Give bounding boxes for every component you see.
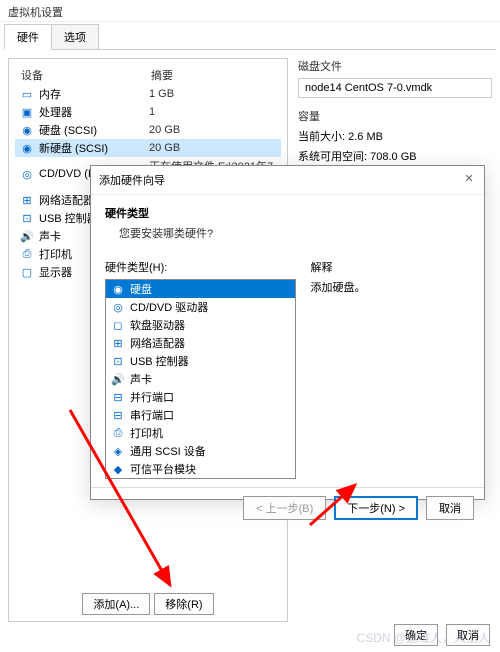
hw-item-label: CD/DVD 驱动器 (130, 299, 208, 315)
device-row-3[interactable]: ◉ 新硬盘 (SCSI)20 GB (15, 139, 281, 157)
wizard-title: 添加硬件向导 (99, 172, 165, 188)
floppy-icon: ◻ (110, 318, 126, 332)
hw-item-label: 并行端口 (130, 389, 174, 405)
net-icon: ⊞ (19, 193, 35, 207)
net-icon: ⊞ (110, 336, 126, 350)
hw-item-9[interactable]: ◈ 通用 SCSI 设备 (106, 442, 295, 460)
cancel-button[interactable]: 取消 (426, 496, 474, 520)
explain-label: 解释 (310, 259, 470, 275)
add-button[interactable]: 添加(A)... (82, 593, 150, 615)
display-icon: ▢ (19, 265, 35, 279)
device-summary: 1 GB (149, 88, 277, 100)
device-summary: 20 GB (149, 142, 277, 154)
sound-icon: 🔊 (19, 229, 35, 243)
device-row-2[interactable]: ◉ 硬盘 (SCSI)20 GB (15, 121, 281, 139)
printer-icon: ⎙ (110, 426, 126, 440)
hw-item-5[interactable]: 🔊 声卡 (106, 370, 295, 388)
window-title: 虚拟机设置 (0, 0, 500, 22)
device-name: 内存 (39, 86, 149, 102)
cpu-icon: ▣ (19, 105, 35, 119)
device-row-1[interactable]: ▣ 处理器1 (15, 103, 281, 121)
device-name: 硬盘 (SCSI) (39, 122, 149, 138)
hw-item-8[interactable]: ⎙ 打印机 (106, 424, 295, 442)
hw-item-3[interactable]: ⊞ 网络适配器 (106, 334, 295, 352)
hw-list-label: 硬件类型(H): (105, 259, 296, 275)
wizard-subheading: 您要安装哪类硬件? (105, 225, 470, 241)
hw-item-4[interactable]: ⊡ USB 控制器 (106, 352, 295, 370)
remove-button[interactable]: 移除(R) (154, 593, 213, 615)
device-name: 新硬盘 (SCSI) (39, 140, 149, 156)
port-icon: ⊟ (110, 408, 126, 422)
hw-item-label: 网络适配器 (130, 335, 185, 351)
hw-item-7[interactable]: ⊟ 串行端口 (106, 406, 295, 424)
hw-item-6[interactable]: ⊟ 并行端口 (106, 388, 295, 406)
hw-item-label: 声卡 (130, 371, 152, 387)
free-space: 系统可用空间: 708.0 GB (298, 148, 492, 164)
capacity-label: 容量 (298, 108, 492, 124)
main-tabs: 硬件 选项 (4, 24, 496, 50)
disk-icon: ◉ (19, 123, 35, 137)
cd-icon: ◎ (19, 167, 35, 181)
col-device: 设备 (21, 67, 151, 83)
cd-icon: ◎ (110, 300, 126, 314)
hw-item-label: 软盘驱动器 (130, 317, 185, 333)
hw-item-label: 通用 SCSI 设备 (130, 443, 206, 459)
watermark: CSDN @运维人，人上人 (356, 629, 490, 646)
device-row-0[interactable]: ▭ 内存1 GB (15, 85, 281, 103)
device-name: 处理器 (39, 104, 149, 120)
wizard-heading: 硬件类型 (105, 205, 470, 221)
tab-options[interactable]: 选项 (51, 24, 99, 49)
explain-text: 添加硬盘。 (310, 279, 470, 295)
hw-item-label: 打印机 (130, 425, 163, 441)
disk-file-input[interactable] (298, 78, 492, 98)
device-summary: 20 GB (149, 124, 277, 136)
sound-icon: 🔊 (110, 372, 126, 386)
disk-icon: ◉ (19, 141, 35, 155)
col-summary: 摘要 (151, 67, 275, 83)
hw-item-label: 硬盘 (130, 281, 152, 297)
hw-item-label: USB 控制器 (130, 353, 189, 369)
usb-icon: ⊡ (110, 354, 126, 368)
disk-file-label: 磁盘文件 (298, 58, 492, 74)
hw-item-label: 可信平台模块 (130, 461, 196, 477)
device-summary: 1 (149, 106, 277, 118)
tpm-icon: ◆ (110, 462, 126, 476)
hw-item-2[interactable]: ◻ 软盘驱动器 (106, 316, 295, 334)
add-hardware-wizard: 添加硬件向导 ✕ 硬件类型 您要安装哪类硬件? 硬件类型(H): ◉ 硬盘 ◎ CD/… (90, 165, 485, 500)
printer-icon: ⎙ (19, 247, 35, 261)
close-icon[interactable]: ✕ (462, 172, 476, 188)
usb-icon: ⊡ (19, 211, 35, 225)
scsi-icon: ◈ (110, 444, 126, 458)
back-button: < 上一步(B) (243, 496, 326, 520)
hw-item-1[interactable]: ◎ CD/DVD 驱动器 (106, 298, 295, 316)
hw-item-0[interactable]: ◉ 硬盘 (106, 280, 295, 298)
tab-hardware[interactable]: 硬件 (4, 24, 52, 50)
current-size: 当前大小: 2.6 MB (298, 128, 492, 144)
next-button[interactable]: 下一步(N) > (334, 496, 418, 520)
port-icon: ⊟ (110, 390, 126, 404)
disk-icon: ◉ (110, 282, 126, 296)
hw-item-10[interactable]: ◆ 可信平台模块 (106, 460, 295, 478)
hw-item-label: 串行端口 (130, 407, 174, 423)
memory-icon: ▭ (19, 87, 35, 101)
hardware-type-list[interactable]: ◉ 硬盘 ◎ CD/DVD 驱动器 ◻ 软盘驱动器 ⊞ 网络适配器 ⊡ USB 控制器 🔊 声卡 ⊟ 并行… (105, 279, 296, 479)
